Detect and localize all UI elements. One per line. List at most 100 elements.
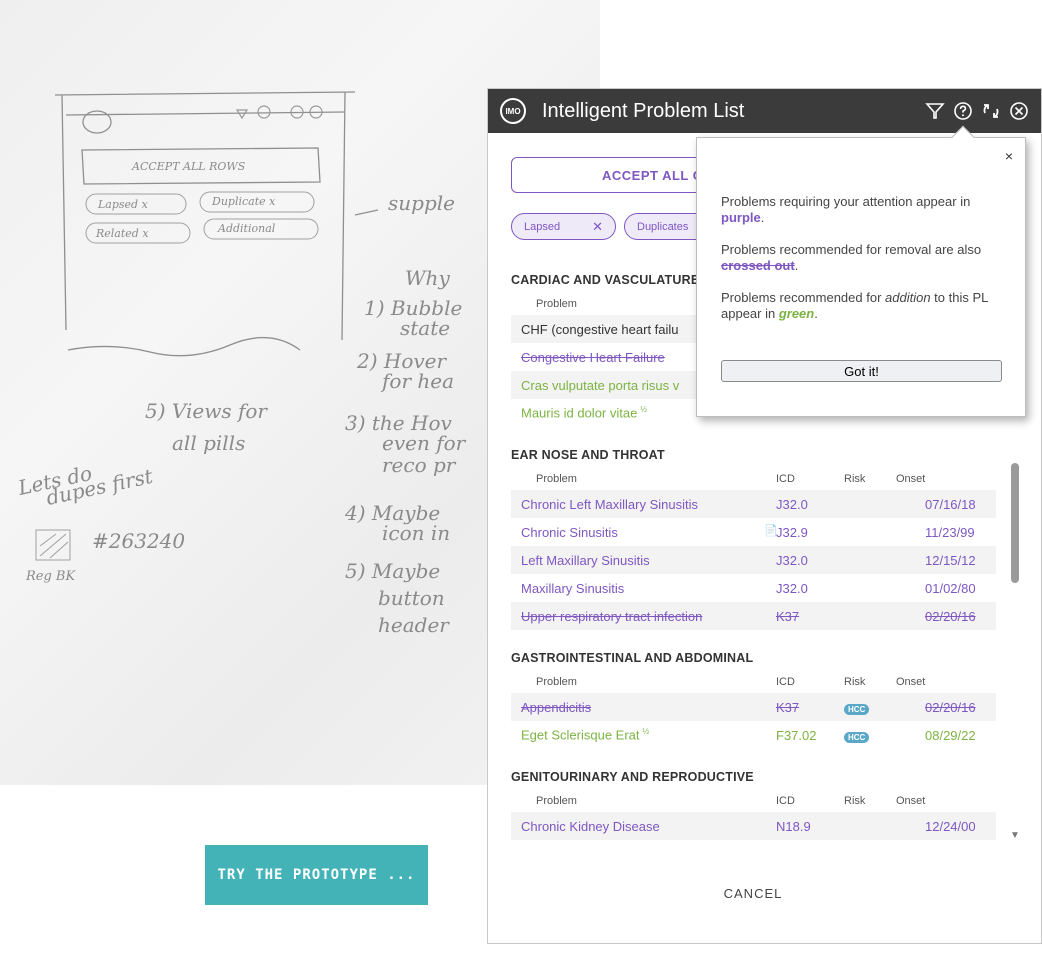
onset-date: 07/16/18 xyxy=(925,496,976,512)
sketch-pill: Lapsed x xyxy=(97,198,149,211)
onset-date: 12/24/00 xyxy=(925,818,976,834)
col-onset: Onset xyxy=(896,473,926,485)
onset-date: 02/20/16 xyxy=(925,608,976,624)
col-problem: Problem xyxy=(536,676,577,688)
sketch-note: Why xyxy=(405,266,450,290)
table-row[interactable]: Maxillary Sinusitis J32.0 01/02/80 xyxy=(511,574,996,602)
sketch-note: Reg BK xyxy=(25,569,76,584)
sketch-note: icon in xyxy=(382,521,450,545)
hcc-badge: HCC xyxy=(844,703,870,715)
col-icd: ICD xyxy=(776,795,795,807)
pill-label: Lapsed xyxy=(524,220,561,233)
try-prototype-button[interactable]: TRY THE PROTOTYPE ... xyxy=(205,845,428,905)
popover-close-icon[interactable]: × xyxy=(1005,148,1013,164)
section-gastrointestinal: GASTROINTESTINAL AND ABDOMINAL Problem I… xyxy=(511,651,996,749)
help-text-attention: Problems requiring your attention appear… xyxy=(721,194,971,225)
col-icd: ICD xyxy=(776,676,795,688)
col-problem: Problem xyxy=(536,473,577,485)
problem-name: Chronic Left Maxillary Sinusitis xyxy=(521,496,699,512)
table-row[interactable]: Chronic Left Maxillary Sinusitis J32.0 0… xyxy=(511,490,996,518)
scrollbar-thumb[interactable] xyxy=(1011,463,1019,583)
filter-icon[interactable] xyxy=(925,101,945,121)
sketch-note: supple xyxy=(388,191,455,215)
table-row[interactable]: Appendicitis K37 HCC 02/20/16 xyxy=(511,693,996,721)
sketch-pill: Duplicate x xyxy=(211,195,276,208)
problem-name: Upper respiratory tract infection xyxy=(521,608,703,624)
problem-name: Chronic Sinusitis 📄 xyxy=(521,524,778,540)
sketch-note: for hea xyxy=(380,369,454,393)
col-risk: Risk xyxy=(844,795,866,807)
sketch-pill: Related x xyxy=(95,227,149,240)
cancel-button[interactable]: CANCEL xyxy=(698,879,808,907)
col-onset: Onset xyxy=(896,676,926,688)
onset-date: 01/02/80 xyxy=(925,580,976,596)
titlebar: IMO Intelligent Problem List xyxy=(488,89,1041,133)
col-icd: ICD xyxy=(776,473,795,485)
pill-label: Duplicates xyxy=(637,220,689,233)
section-title: EAR NOSE AND THROAT xyxy=(511,448,665,462)
imo-logo: IMO xyxy=(500,98,526,124)
icd-code: J32.9 xyxy=(776,524,808,540)
sketch-pill: Additional xyxy=(217,222,276,235)
icd-code: J32.0 xyxy=(776,496,808,512)
section-ent: EAR NOSE AND THROAT Problem ICD Risk Ons… xyxy=(511,448,996,630)
problem-name: Maxillary Sinusitis xyxy=(521,580,625,596)
table-row[interactable]: Eget Sclerisque Erat ½ F37.02 HCC 08/29/2… xyxy=(511,721,996,749)
sketch-note: 5) Views for xyxy=(145,399,268,423)
column-header: Problem ICD Risk Onset xyxy=(511,790,996,812)
filter-pill-lapsed[interactable]: Lapsed ✕ xyxy=(511,213,616,240)
hcc-badge: HCC xyxy=(844,731,870,743)
icd-code: J32.0 xyxy=(776,552,808,568)
icd-code: K37 xyxy=(776,608,800,624)
table-row[interactable]: Chronic Sinusitis 📄 J32.9 11/23/99 xyxy=(511,518,996,546)
onset-date: 12/15/12 xyxy=(925,552,976,568)
column-header: Problem ICD Risk Onset xyxy=(511,468,996,490)
help-popover: × Problems requiring your attention appe… xyxy=(696,125,1026,417)
risk: HCC xyxy=(844,728,896,743)
addition-marker-icon: ½ xyxy=(640,405,647,415)
problem-name: Left Maxillary Sinusitis xyxy=(521,552,650,568)
section-title: GENITOURINARY AND REPRODUCTIVE xyxy=(511,770,754,784)
problem-name: Eget Sclerisque Erat ½ xyxy=(521,727,650,743)
pill-remove-icon[interactable]: ✕ xyxy=(592,219,603,235)
close-icon[interactable] xyxy=(1009,101,1029,121)
got-it-button[interactable]: Got it! xyxy=(721,360,1002,382)
col-risk: Risk xyxy=(844,676,866,688)
table-row[interactable]: Upper respiratory tract infection K37 02… xyxy=(511,602,996,630)
help-icon[interactable] xyxy=(953,101,973,121)
onset-date: 02/20/16 xyxy=(925,699,976,715)
table-row[interactable]: Left Maxillary Sinusitis J32.0 12/15/12 xyxy=(511,546,996,574)
icd-code: K37 xyxy=(776,699,800,715)
onset-date: 11/23/99 xyxy=(925,524,975,540)
sketch-note: #263240 xyxy=(92,529,185,553)
col-problem: Problem xyxy=(536,795,577,807)
col-risk: Risk xyxy=(844,473,866,485)
sketch-note: all pills xyxy=(172,431,245,455)
sketch-note: button xyxy=(378,586,445,610)
icd-code: J32.0 xyxy=(776,580,808,596)
onset-date: 08/29/22 xyxy=(925,727,976,743)
sketch-note: state xyxy=(400,316,450,340)
sketch-note: even for xyxy=(382,431,467,455)
problem-name: Chronic Kidney Disease xyxy=(521,818,660,834)
table-row[interactable]: Chronic Kidney Disease N18.9 12/24/00 xyxy=(511,812,996,840)
addition-marker-icon: ½ xyxy=(642,727,650,737)
icd-code: F37.02 xyxy=(776,727,817,743)
column-header: Problem ICD Risk Onset xyxy=(511,671,996,693)
problem-name: Appendicitis xyxy=(521,699,592,715)
risk: HCC xyxy=(844,700,896,715)
document-icon[interactable]: 📄 xyxy=(764,524,778,537)
sketch-note: header xyxy=(378,613,450,637)
sketch-note: 5) Maybe xyxy=(345,559,440,583)
scroll-down-icon[interactable]: ▼ xyxy=(1010,830,1020,841)
col-onset: Onset xyxy=(896,795,926,807)
window-title: Intelligent Problem List xyxy=(542,99,745,122)
refresh-icon[interactable] xyxy=(981,101,1001,121)
sketch-note: reco pr xyxy=(382,453,457,477)
section-title: GASTROINTESTINAL AND ABDOMINAL xyxy=(511,651,754,665)
help-text-removal: Problems recommended for removal are als… xyxy=(721,242,982,273)
help-text-addition: Problems recommended for addition to thi… xyxy=(721,290,988,321)
sketch-accept-label: ACCEPT ALL ROWS xyxy=(131,160,246,173)
section-genitourinary: GENITOURINARY AND REPRODUCTIVE Problem I… xyxy=(511,770,996,840)
icd-code: N18.9 xyxy=(776,818,811,834)
